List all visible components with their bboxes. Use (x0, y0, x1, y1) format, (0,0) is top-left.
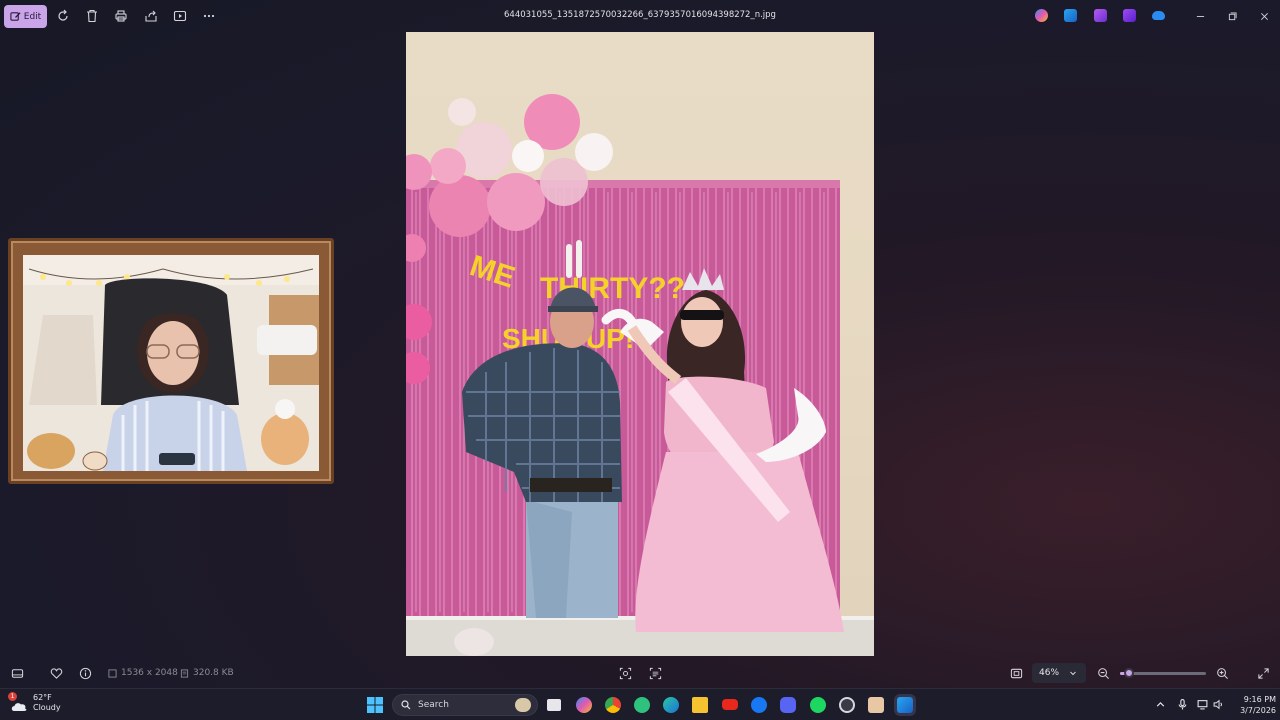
steam-icon[interactable] (839, 697, 855, 713)
cloud-icon: 1 (8, 692, 28, 711)
weather-condition: Cloudy (33, 703, 61, 712)
filmstrip-icon (11, 668, 23, 678)
photos-icon[interactable] (1064, 9, 1077, 22)
zoom-out-icon (1097, 667, 1109, 679)
rotate-icon (58, 9, 68, 21)
main-photo[interactable]: ME THIRTY?? SHUT UP! (406, 32, 874, 656)
fit-window-icon (1010, 668, 1022, 678)
chrome-icon[interactable] (605, 697, 621, 713)
zoom-slider[interactable] (1120, 668, 1206, 678)
slideshow-icon (173, 10, 187, 22)
share-icon (145, 10, 157, 22)
taskbar-search[interactable]: Search (392, 694, 538, 716)
favorite-button[interactable] (48, 665, 64, 681)
bolt-app-icon[interactable] (634, 697, 650, 713)
weather-temp: 62°F (33, 693, 52, 702)
task-view-icon[interactable] (547, 699, 561, 711)
speaker-icon (1213, 699, 1222, 709)
spotify-icon[interactable] (810, 697, 826, 713)
info-icon (79, 667, 91, 679)
facebook-icon[interactable] (751, 697, 767, 713)
microphone-icon (1178, 698, 1186, 709)
delete-button[interactable] (84, 8, 100, 24)
photo-scene: ME THIRTY?? SHUT UP! (406, 94, 874, 656)
filmstrip-button[interactable] (9, 665, 25, 681)
copilot-icon[interactable] (1035, 9, 1048, 22)
zoom-level-dropdown[interactable]: 46% (1032, 663, 1086, 683)
minimize-button[interactable] (1192, 8, 1208, 24)
webcam-feed (23, 255, 319, 471)
volume-button[interactable] (1212, 698, 1224, 710)
top-toolbar: Edit 644031055_1351872570032266_63793570… (0, 0, 1280, 32)
copilot-taskbar-icon[interactable] (576, 697, 592, 713)
youtube-icon[interactable] (722, 699, 738, 710)
edit-button[interactable]: Edit (4, 5, 47, 28)
zoom-out-button[interactable] (1095, 665, 1111, 681)
edit-icon (10, 12, 21, 21)
chevron-down-icon (1070, 671, 1076, 676)
edit-label: Edit (23, 11, 42, 22)
visual-search-button[interactable] (617, 665, 633, 681)
zoom-in-icon (1216, 667, 1228, 679)
webcam-overlay (8, 238, 334, 484)
weather-alert-badge: 1 (8, 692, 17, 701)
app-icon[interactable] (868, 697, 884, 713)
network-icon (1197, 699, 1207, 709)
image-dimensions: 1536 x 2048 (108, 668, 178, 678)
dimensions-text: 1536 x 2048 (121, 668, 178, 678)
network-button[interactable] (1196, 698, 1208, 710)
storage-icon (180, 668, 189, 678)
show-hidden-icons-button[interactable] (1154, 698, 1166, 710)
chevron-up-icon (1156, 701, 1164, 707)
bottom-info-bar: 1536 x 2048 320.8 KB 46% (0, 660, 1280, 686)
delete-icon (87, 9, 97, 23)
start-button[interactable] (367, 697, 383, 713)
slideshow-button[interactable] (172, 8, 188, 24)
info-button[interactable] (77, 665, 93, 681)
visual-search-icon (619, 667, 631, 679)
file-explorer-icon[interactable] (692, 697, 708, 713)
dimensions-icon (108, 668, 117, 678)
clipchamp-icon[interactable] (1094, 9, 1107, 22)
close-icon (1260, 12, 1268, 20)
system-clock[interactable]: 9:16 PM 3/7/2026 (1228, 694, 1276, 716)
clock-time: 9:16 PM (1243, 695, 1276, 704)
more-options-button[interactable] (201, 8, 217, 24)
more-icon (203, 14, 215, 18)
edge-icon[interactable] (663, 697, 679, 713)
discord-icon[interactable] (780, 697, 796, 713)
heart-icon (50, 667, 62, 679)
fit-to-window-button[interactable] (1008, 665, 1024, 681)
search-highlight-icon (515, 698, 531, 712)
clock-date: 3/7/2026 (1240, 706, 1276, 715)
zoom-in-button[interactable] (1214, 665, 1230, 681)
copy-text-button[interactable] (647, 665, 663, 681)
search-icon (401, 700, 411, 710)
restore-icon (1228, 11, 1237, 20)
designer-icon[interactable] (1123, 9, 1136, 22)
weather-widget[interactable]: 1 62°F Cloudy (8, 692, 61, 713)
print-icon (115, 10, 127, 22)
minimize-icon (1196, 15, 1204, 17)
windows-icon (367, 697, 383, 713)
webcam-scene (23, 255, 319, 471)
file-name-title: 644031055_1351872570032266_6379357016094… (504, 10, 776, 20)
taskbar: 1 62°F Cloudy Search 9:16 PM 3/7/2026 (0, 688, 1280, 720)
onedrive-icon[interactable] (1152, 11, 1165, 20)
search-placeholder: Search (418, 700, 449, 710)
photos-taskbar-icon[interactable] (897, 697, 913, 713)
text-scan-icon (649, 667, 661, 679)
maximize-button[interactable] (1224, 8, 1240, 24)
file-size: 320.8 KB (180, 668, 234, 678)
rotate-button[interactable] (55, 8, 71, 24)
zoom-level-text: 46% (1039, 668, 1060, 678)
microphone-button[interactable] (1176, 698, 1188, 710)
file-size-text: 320.8 KB (193, 668, 234, 678)
print-button[interactable] (113, 8, 129, 24)
full-screen-button[interactable] (1255, 665, 1271, 681)
expand-icon (1257, 667, 1269, 679)
close-button[interactable] (1256, 8, 1272, 24)
share-button[interactable] (143, 8, 159, 24)
zoom-slider-thumb[interactable] (1123, 668, 1134, 678)
